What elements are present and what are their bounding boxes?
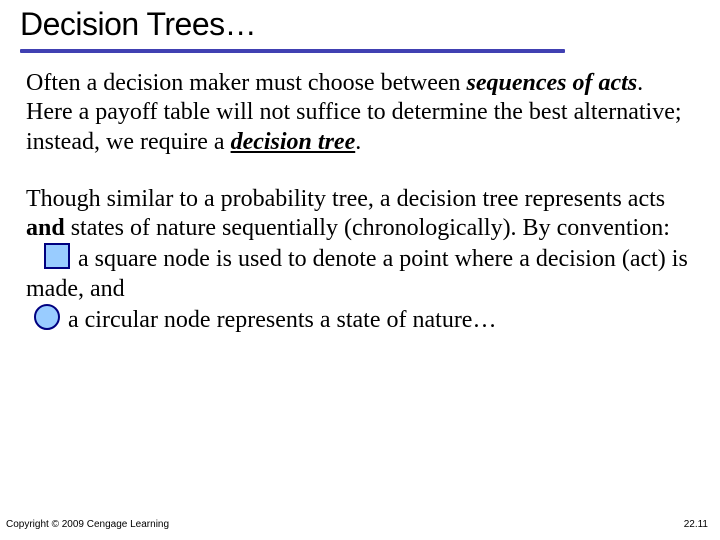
text: Often a decision maker must choose betwe… [26, 70, 467, 96]
text: . [355, 129, 361, 155]
emphasis-sequences-of-acts: sequences of acts [467, 70, 638, 96]
emphasis-decision-tree: decision tree [231, 129, 356, 155]
slide: Decision Trees… Often a decision maker m… [0, 0, 720, 540]
text-circle-node: a circular node represents a state of na… [62, 307, 496, 333]
copyright-text: Copyright © 2009 Cengage Learning [6, 519, 169, 530]
slide-body: Often a decision maker must choose betwe… [0, 53, 720, 335]
text-square-node: a square node is used to denote a point … [26, 246, 688, 301]
circle-node-icon [34, 304, 60, 330]
paragraph-1: Often a decision maker must choose betwe… [26, 69, 694, 157]
emphasis-and: and [26, 215, 65, 241]
title-area: Decision Trees… [0, 0, 720, 53]
page-number: 22.11 [684, 519, 708, 530]
text: Though similar to a probability tree, a … [26, 186, 665, 212]
square-node-icon [44, 243, 70, 269]
slide-title: Decision Trees… [20, 6, 700, 47]
paragraph-2: Though similar to a probability tree, a … [26, 185, 694, 335]
text: states of nature sequentially (chronolog… [65, 215, 670, 241]
